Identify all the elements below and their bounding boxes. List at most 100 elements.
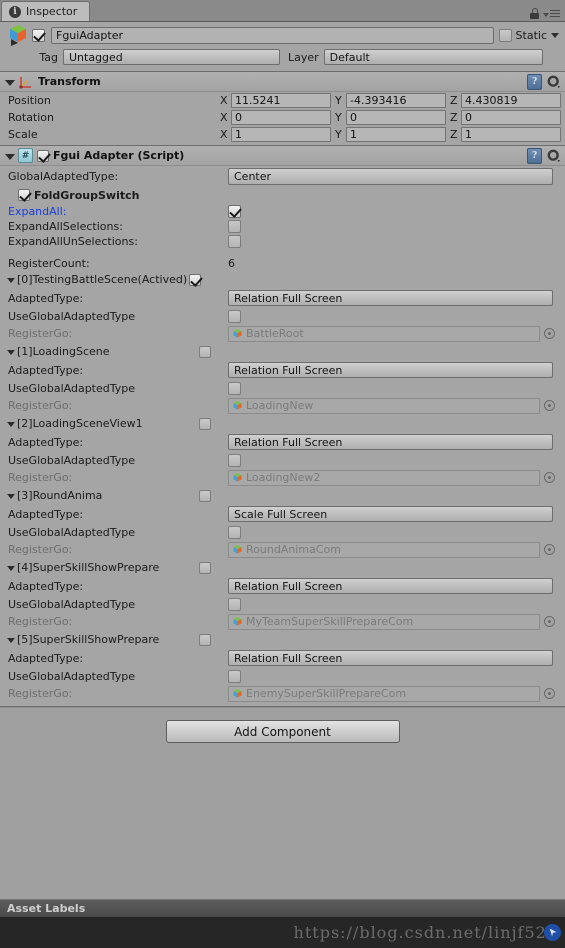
rotation-z-input[interactable]: 0 bbox=[461, 110, 561, 125]
position-z-input[interactable]: 4.430819 bbox=[461, 93, 561, 108]
lock-icon[interactable] bbox=[530, 8, 539, 19]
adapted-type-dropdown[interactable]: Relation Full Screen bbox=[228, 434, 553, 450]
expand-all-label[interactable]: ExpandAll: bbox=[8, 205, 228, 218]
object-picker-icon[interactable] bbox=[544, 328, 555, 339]
help-book-icon[interactable]: ? bbox=[527, 147, 542, 164]
register-go-object-field[interactable]: LoadingNew bbox=[228, 397, 540, 414]
fold-group-switch-row[interactable]: FoldGroupSwitch bbox=[0, 186, 565, 204]
scale-x-input[interactable]: 1 bbox=[231, 127, 331, 142]
adapted-type-dropdown[interactable]: Relation Full Screen bbox=[228, 578, 553, 594]
rotation-y-field[interactable]: Y 0 bbox=[335, 110, 446, 125]
entry-foldout-icon[interactable] bbox=[7, 349, 15, 355]
asset-labels-bar[interactable]: Asset Labels bbox=[0, 899, 565, 917]
position-y-field[interactable]: Y -4.393416 bbox=[335, 93, 446, 108]
fgui-adapter-enabled-checkbox[interactable] bbox=[37, 149, 49, 162]
register-go-row: RegisterGo: LoadingNew bbox=[0, 396, 565, 415]
register-entry-header[interactable]: [4]SuperSkillShowPrepare bbox=[0, 559, 565, 576]
entry-enabled-checkbox[interactable] bbox=[199, 633, 211, 646]
gear-icon[interactable] bbox=[547, 75, 561, 89]
tag-dropdown[interactable]: Untagged bbox=[63, 49, 280, 65]
scale-y-input[interactable]: 1 bbox=[346, 127, 446, 142]
tag-label: Tag bbox=[39, 50, 58, 64]
register-go-object-field[interactable]: EnemySuperSkillPrepareCom bbox=[228, 685, 540, 702]
help-book-icon[interactable]: ? bbox=[527, 73, 542, 90]
fgui-adapter-header[interactable]: # Fgui Adapter (Script) ? bbox=[0, 146, 565, 166]
expand-all-unselections-checkbox[interactable] bbox=[228, 235, 241, 248]
tab-inspector[interactable]: i Inspector bbox=[1, 1, 91, 21]
static-dropdown-arrow-icon[interactable] bbox=[551, 33, 559, 38]
transform-header[interactable]: Transform ? bbox=[0, 72, 565, 92]
use-global-adapted-type-checkbox[interactable] bbox=[228, 309, 241, 323]
gameobject-name-input[interactable]: FguiAdapter bbox=[51, 27, 494, 44]
entry-foldout-icon[interactable] bbox=[7, 565, 15, 571]
object-picker-icon[interactable] bbox=[544, 616, 555, 627]
expand-all-selections-row: ExpandAllSelections: bbox=[0, 219, 565, 234]
object-picker-icon[interactable] bbox=[544, 544, 555, 555]
adapted-type-dropdown[interactable]: Relation Full Screen bbox=[228, 650, 553, 666]
register-entry-header[interactable]: [2]LoadingSceneView1 bbox=[0, 415, 565, 432]
fold-group-switch-checkbox[interactable] bbox=[18, 189, 30, 201]
static-toggle-group[interactable]: Static bbox=[498, 29, 561, 42]
expand-all-selections-checkbox[interactable] bbox=[228, 220, 241, 233]
use-global-adapted-type-checkbox[interactable] bbox=[228, 381, 241, 395]
scale-x-field[interactable]: X 1 bbox=[220, 127, 331, 142]
scale-z-field[interactable]: Z 1 bbox=[450, 127, 561, 142]
entry-enabled-checkbox[interactable] bbox=[199, 345, 211, 358]
use-global-adapted-type-checkbox[interactable] bbox=[228, 669, 241, 683]
object-picker-icon[interactable] bbox=[544, 688, 555, 699]
register-go-object-field[interactable]: MyTeamSuperSkillPrepareCom bbox=[228, 613, 540, 630]
register-go-object-field[interactable]: LoadingNew2 bbox=[228, 469, 540, 486]
register-go-object-field[interactable]: BattleRoot bbox=[228, 325, 540, 342]
register-go-row: RegisterGo: LoadingNew2 bbox=[0, 468, 565, 487]
register-go-label: RegisterGo: bbox=[8, 399, 73, 412]
entry-enabled-checkbox[interactable] bbox=[199, 417, 211, 430]
scale-z-input[interactable]: 1 bbox=[461, 127, 561, 142]
watermark-bar: https://blog.csdn.net/linjf520 bbox=[0, 917, 565, 948]
use-global-adapted-type-checkbox[interactable] bbox=[228, 597, 241, 611]
entry-enabled-checkbox[interactable] bbox=[199, 489, 211, 502]
prefab-cube-icon bbox=[232, 688, 243, 699]
entry-enabled-checkbox[interactable] bbox=[189, 273, 202, 286]
rotation-x-input[interactable]: 0 bbox=[231, 110, 331, 125]
rotation-y-input[interactable]: 0 bbox=[346, 110, 446, 125]
register-entry-header[interactable]: [0]TestingBattleScene(Actived) bbox=[0, 271, 565, 288]
object-picker-icon[interactable] bbox=[544, 400, 555, 411]
register-entry-header[interactable]: [1]LoadingScene bbox=[0, 343, 565, 360]
rotation-x-field[interactable]: X 0 bbox=[220, 110, 331, 125]
inspector-window: i Inspector FguiAdapter Static Tag Untag… bbox=[0, 0, 565, 948]
entry-foldout-icon[interactable] bbox=[7, 277, 15, 283]
expand-all-checkbox[interactable] bbox=[228, 205, 241, 218]
scale-y-field[interactable]: Y 1 bbox=[335, 127, 446, 142]
tab-inspector-label: Inspector bbox=[26, 5, 78, 18]
static-checkbox[interactable] bbox=[498, 29, 512, 42]
use-global-adapted-type-checkbox[interactable] bbox=[228, 525, 241, 539]
fgui-adapter-foldout-icon[interactable] bbox=[5, 153, 15, 160]
gear-icon[interactable] bbox=[547, 149, 561, 163]
position-y-input[interactable]: -4.393416 bbox=[346, 93, 446, 108]
transform-foldout-icon[interactable] bbox=[5, 79, 15, 86]
register-entry-header[interactable]: [3]RoundAnima bbox=[0, 487, 565, 504]
entry-foldout-icon[interactable] bbox=[7, 493, 15, 499]
object-picker-icon[interactable] bbox=[544, 472, 555, 483]
axis-label-z: Z bbox=[450, 111, 458, 124]
adapted-type-dropdown[interactable]: Relation Full Screen bbox=[228, 362, 553, 378]
hamburger-menu-icon[interactable] bbox=[543, 9, 560, 18]
register-go-label: RegisterGo: bbox=[8, 543, 73, 556]
rotation-z-field[interactable]: Z 0 bbox=[450, 110, 561, 125]
entry-name-label: [5]SuperSkillShowPrepare bbox=[17, 633, 160, 646]
entry-foldout-icon[interactable] bbox=[7, 637, 15, 643]
use-global-adapted-type-checkbox[interactable] bbox=[228, 453, 241, 467]
adapted-type-dropdown[interactable]: Relation Full Screen bbox=[228, 290, 553, 306]
layer-dropdown[interactable]: Default bbox=[323, 49, 543, 65]
position-z-field[interactable]: Z 4.430819 bbox=[450, 93, 561, 108]
register-entry-header[interactable]: [5]SuperSkillShowPrepare bbox=[0, 631, 565, 648]
add-component-button[interactable]: Add Component bbox=[165, 720, 400, 743]
register-go-object-field[interactable]: RoundAnimaCom bbox=[228, 541, 540, 558]
adapted-type-dropdown[interactable]: Scale Full Screen bbox=[228, 506, 553, 522]
entry-foldout-icon[interactable] bbox=[7, 421, 15, 427]
position-x-field[interactable]: X 11.5241 bbox=[220, 93, 331, 108]
global-adapted-type-dropdown[interactable]: Center bbox=[228, 167, 553, 185]
gameobject-enabled-checkbox[interactable] bbox=[32, 29, 45, 42]
entry-enabled-checkbox[interactable] bbox=[199, 561, 211, 574]
position-x-input[interactable]: 11.5241 bbox=[231, 93, 331, 108]
